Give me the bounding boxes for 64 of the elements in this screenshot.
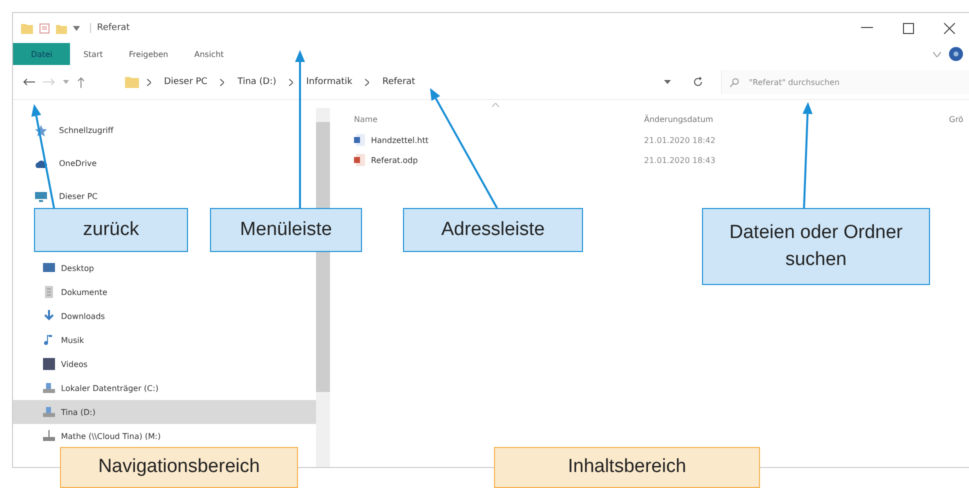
ribbon-tab[interactable]: Freigeben [116,43,182,65]
annotation-tooltip: Navigationsbereich [60,447,298,488]
sidebar-item[interactable]: Schnellzugriff [13,114,316,147]
drive-icon [43,406,55,418]
sidebar-item[interactable]: Videos [13,352,316,376]
network-drive-icon [43,430,55,442]
maximize-icon[interactable] [903,22,914,34]
back-arrow-icon[interactable] [23,78,35,86]
column-header[interactable]: Änderungsdatum [644,114,949,124]
sidebar-item[interactable]: OneDrive [13,147,316,180]
help-icon[interactable] [949,47,963,61]
sidebar-item[interactable]: Dokumente [13,280,316,304]
annotation-tooltip: Adressleiste [403,208,583,252]
search-field[interactable]: "Referat" durchsuchen [747,76,911,88]
breadcrumb-link[interactable]: Tina (D:) [237,77,276,87]
document-icon [43,286,55,298]
address-bar[interactable]: Dieser PC Tina (D:) Informatik Referat [93,70,713,94]
desktop-icon [43,262,55,274]
column-header[interactable]: Grö [949,114,964,124]
sidebar-item[interactable]: Lokaler Datenträger (C:) [13,376,316,400]
ribbon-tab[interactable]: Start [70,43,116,65]
caret-icon[interactable] [664,80,671,84]
breadcrumb-link[interactable]: Dieser PC [164,77,208,87]
sidebar-item[interactable]: Tina (D:) [13,400,316,424]
file-row[interactable]: Handzettel.htt 21.01.2020 18:42 [354,130,969,150]
file-row[interactable]: Referat.odp 21.01.2020 18:43 [354,150,969,170]
file-name: Handzettel.htt [371,136,428,144]
document-file-icon [354,134,365,146]
column-header[interactable]: Name [354,114,644,124]
drive-icon [43,382,55,394]
sidebar-item[interactable]: Musik [13,328,316,352]
folder-icon [125,76,139,88]
file-date: 21.01.2020 18:43 [644,156,716,164]
up-arrow-icon[interactable] [77,76,85,88]
refresh-icon[interactable] [693,77,703,87]
expand-ribbon-icon[interactable] [933,52,941,56]
minimize-icon[interactable] [861,27,873,29]
sidebar-item[interactable]: Mathe (\\Cloud Tina) (M:) [13,424,316,448]
caret-icon[interactable] [73,26,80,30]
annotation-tooltip: Inhaltsbereich [494,447,760,488]
chevron-icon[interactable] [147,78,151,86]
star-icon [35,124,47,136]
chevron-icon[interactable] [365,78,370,86]
file-name: Referat.odp [371,156,418,164]
ribbon-tab[interactable]: Ansicht [181,43,237,65]
search-bar[interactable]: "Referat" durchsuchen [721,70,969,94]
chevron-icon[interactable] [220,78,224,86]
sidebar-item[interactable]: Downloads [13,304,316,328]
file-date: 21.01.2020 18:42 [644,136,716,144]
presentation-file-icon [354,154,365,166]
search-icon [730,78,739,86]
annotation-tooltip: Dateien oder Ordner suchen [702,208,930,285]
sidebar-item[interactable]: Desktop [13,256,316,280]
close-icon[interactable] [944,22,955,34]
music-note-icon [43,334,55,346]
breadcrumb-link[interactable]: Informatik [306,77,352,87]
breadcrumb-link[interactable]: Referat [382,77,416,87]
chevron-icon[interactable] [289,78,294,86]
annotation-tooltip: zurück [34,208,188,252]
window-title: Referat [90,23,130,33]
annotation-tooltip: Menüleiste [210,208,362,252]
computer-icon [35,190,47,202]
download-arrow-icon [43,310,55,322]
cloud-icon [35,158,47,170]
